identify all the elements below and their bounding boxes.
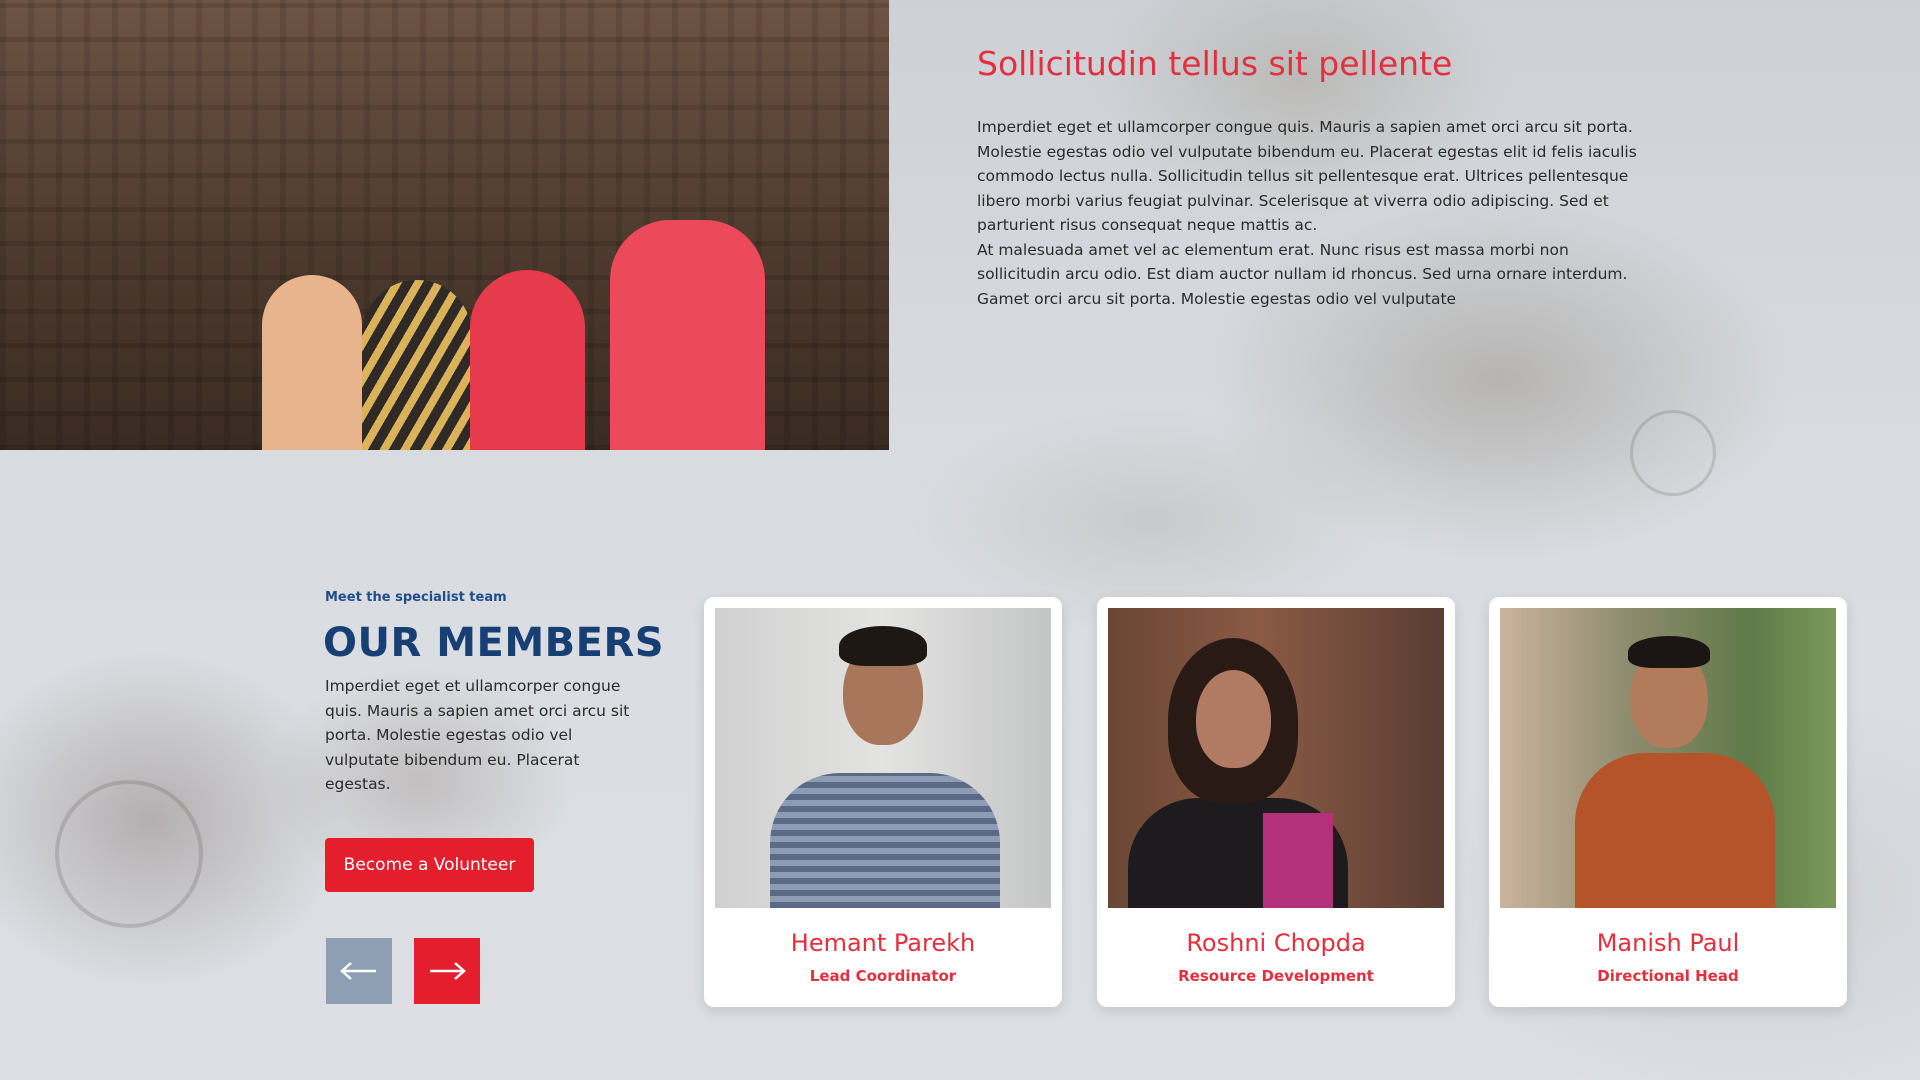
member-name: Manish Paul <box>1596 929 1740 957</box>
member-role: Directional Head <box>1597 967 1739 985</box>
hair-shape <box>1628 636 1710 668</box>
carousel-prev-button[interactable] <box>326 938 392 1004</box>
carousel-next-button[interactable] <box>414 938 480 1004</box>
intro-paragraph: Imperdiet eget et ullamcorper congue qui… <box>977 118 1637 234</box>
member-card[interactable]: Manish Paul Directional Head <box>1489 597 1847 1007</box>
woman-figure <box>610 220 765 450</box>
hair-shape <box>839 626 927 666</box>
intro-body: Imperdiet eget et ullamcorper congue qui… <box>977 115 1637 311</box>
face-shape <box>1196 670 1271 768</box>
woman-figure <box>470 270 585 450</box>
member-photo <box>1108 608 1444 908</box>
intro-paragraph: At malesuada amet vel ac elementum erat.… <box>977 240 1628 284</box>
members-title: OUR MEMBERS <box>323 620 665 666</box>
member-card[interactable]: Hemant Parekh Lead Coordinator <box>704 597 1062 1007</box>
member-name: Hemant Parekh <box>790 929 976 957</box>
member-name: Roshni Chopda <box>1186 929 1366 957</box>
member-role: Resource Development <box>1178 967 1374 985</box>
temple-photo <box>0 0 889 450</box>
member-photo <box>1500 608 1836 908</box>
woman-figure <box>262 275 362 450</box>
intro-title: Sollicitudin tellus sit pellente <box>977 44 1453 83</box>
woman-figure <box>362 280 472 450</box>
become-volunteer-button[interactable]: Become a Volunteer <box>325 838 534 892</box>
jacket-shape <box>1575 753 1775 908</box>
member-photo <box>715 608 1051 908</box>
arrow-left-icon <box>340 962 376 980</box>
members-eyebrow: Meet the specialist team <box>325 590 507 605</box>
members-description: Imperdiet eget et ullamcorper congue qui… <box>325 677 630 793</box>
member-role: Lead Coordinator <box>809 967 957 985</box>
intro-paragraph: Gamet orci arcu sit porta. Molestie eges… <box>977 289 1457 308</box>
background-cart-wheel <box>55 780 203 928</box>
arrow-right-icon <box>430 962 466 980</box>
shirt-shape <box>770 773 1000 908</box>
member-card[interactable]: Roshni Chopda Resource Development <box>1097 597 1455 1007</box>
saree-shape <box>1263 813 1333 908</box>
background-cart-wheel <box>1630 410 1716 496</box>
